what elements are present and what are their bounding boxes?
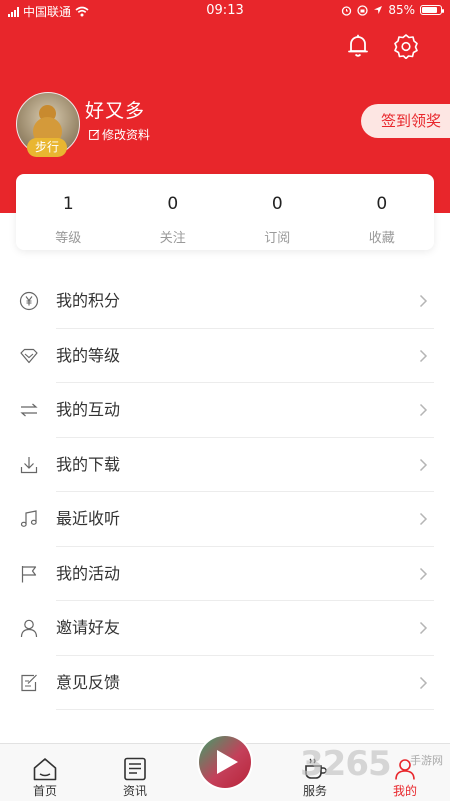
menu-item-recent-listening[interactable]: 最近收听 [0,492,450,547]
stat-label: 关注 [159,231,186,246]
menu-label: 我的下载 [56,454,121,474]
level-badge: 步行 [27,138,67,157]
stat-value: 0 [271,194,283,214]
play-icon [217,750,238,774]
location-icon [374,6,383,14]
chevron-right-icon [419,621,428,635]
menu-item-feedback[interactable]: 意见反馈 [0,656,450,710]
chevron-right-icon [419,294,428,308]
stat-value: 0 [167,194,179,214]
stat-subscriptions[interactable]: 0 订阅 [225,174,330,250]
edit-profile-link[interactable]: 修改资料 [89,126,150,143]
tab-news[interactable]: 资讯 [100,744,170,801]
stat-favorites[interactable]: 0 收藏 [330,174,435,250]
avatar[interactable]: 步行 [16,92,80,157]
battery-percent: 85% [388,3,415,17]
edit-icon [89,129,100,140]
tab-label: 首页 [32,784,57,798]
stats-card: 1 等级 0 关注 0 订阅 0 收藏 [16,174,434,250]
chevron-right-icon [419,403,428,417]
checkin-button[interactable]: 签到领奖 [361,104,450,138]
menu-label: 我的互动 [56,400,121,419]
battery-icon [420,5,444,15]
chevron-right-icon [419,567,428,580]
diamond-icon [20,348,38,363]
home-icon [33,758,57,781]
flag-icon [21,565,37,582]
menu-label: 我的积分 [56,291,121,310]
stat-value: 0 [376,194,388,214]
news-icon [124,757,146,781]
edit-profile-label: 修改资料 [102,128,151,142]
username: 好又多 [85,100,146,122]
tab-label: 我的 [392,784,417,798]
stat-following[interactable]: 0 关注 [121,174,226,250]
swap-arrows-icon [20,403,38,417]
stat-label: 收藏 [368,231,395,246]
menu-item-invite-friends[interactable]: 邀请好友 [0,601,450,656]
menu-item-activities[interactable]: 我的活动 [0,547,450,601]
chevron-right-icon [419,676,428,689]
menu-item-downloads[interactable]: 我的下载 [0,438,450,492]
stat-label: 等级 [55,231,82,246]
chevron-right-icon [419,349,428,362]
menu-item-interactions[interactable]: 我的互动 [0,383,450,438]
menu-label: 意见反馈 [56,672,121,692]
stat-level[interactable]: 1 等级 [16,174,121,250]
tab-home[interactable]: 首页 [10,744,80,801]
rotation-lock-icon [357,4,368,16]
alarm-icon [342,5,352,16]
menu-item-points[interactable]: 我的积分 [0,274,450,329]
menu-label: 我的活动 [56,563,121,583]
stat-label: 订阅 [264,231,291,246]
gear-icon[interactable] [393,33,419,59]
profile-menu: 我的积分 我的等级 我的互动 我的下载 最近收听 我的活动 邀请好友 意见反馈 [0,274,450,710]
chevron-right-icon [419,458,428,471]
download-icon [20,456,38,473]
menu-item-level[interactable]: 我的等级 [0,329,450,383]
chevron-right-icon [419,512,428,526]
tab-label: 资讯 [122,784,147,798]
watermark-text: 手游网 [410,754,443,767]
menu-label: 我的等级 [56,345,121,365]
feedback-icon [21,674,37,691]
bell-icon[interactable] [345,33,371,59]
menu-label: 邀请好友 [56,618,121,637]
yen-coin-icon [19,291,39,311]
person-icon [20,619,38,638]
menu-label: 最近收听 [56,509,121,528]
tab-label: 服务 [302,784,327,798]
music-note-icon [20,510,37,527]
play-button[interactable] [199,736,251,788]
status-bar: 中国联通 09:13 85% [0,0,450,22]
stat-value: 1 [62,194,74,214]
